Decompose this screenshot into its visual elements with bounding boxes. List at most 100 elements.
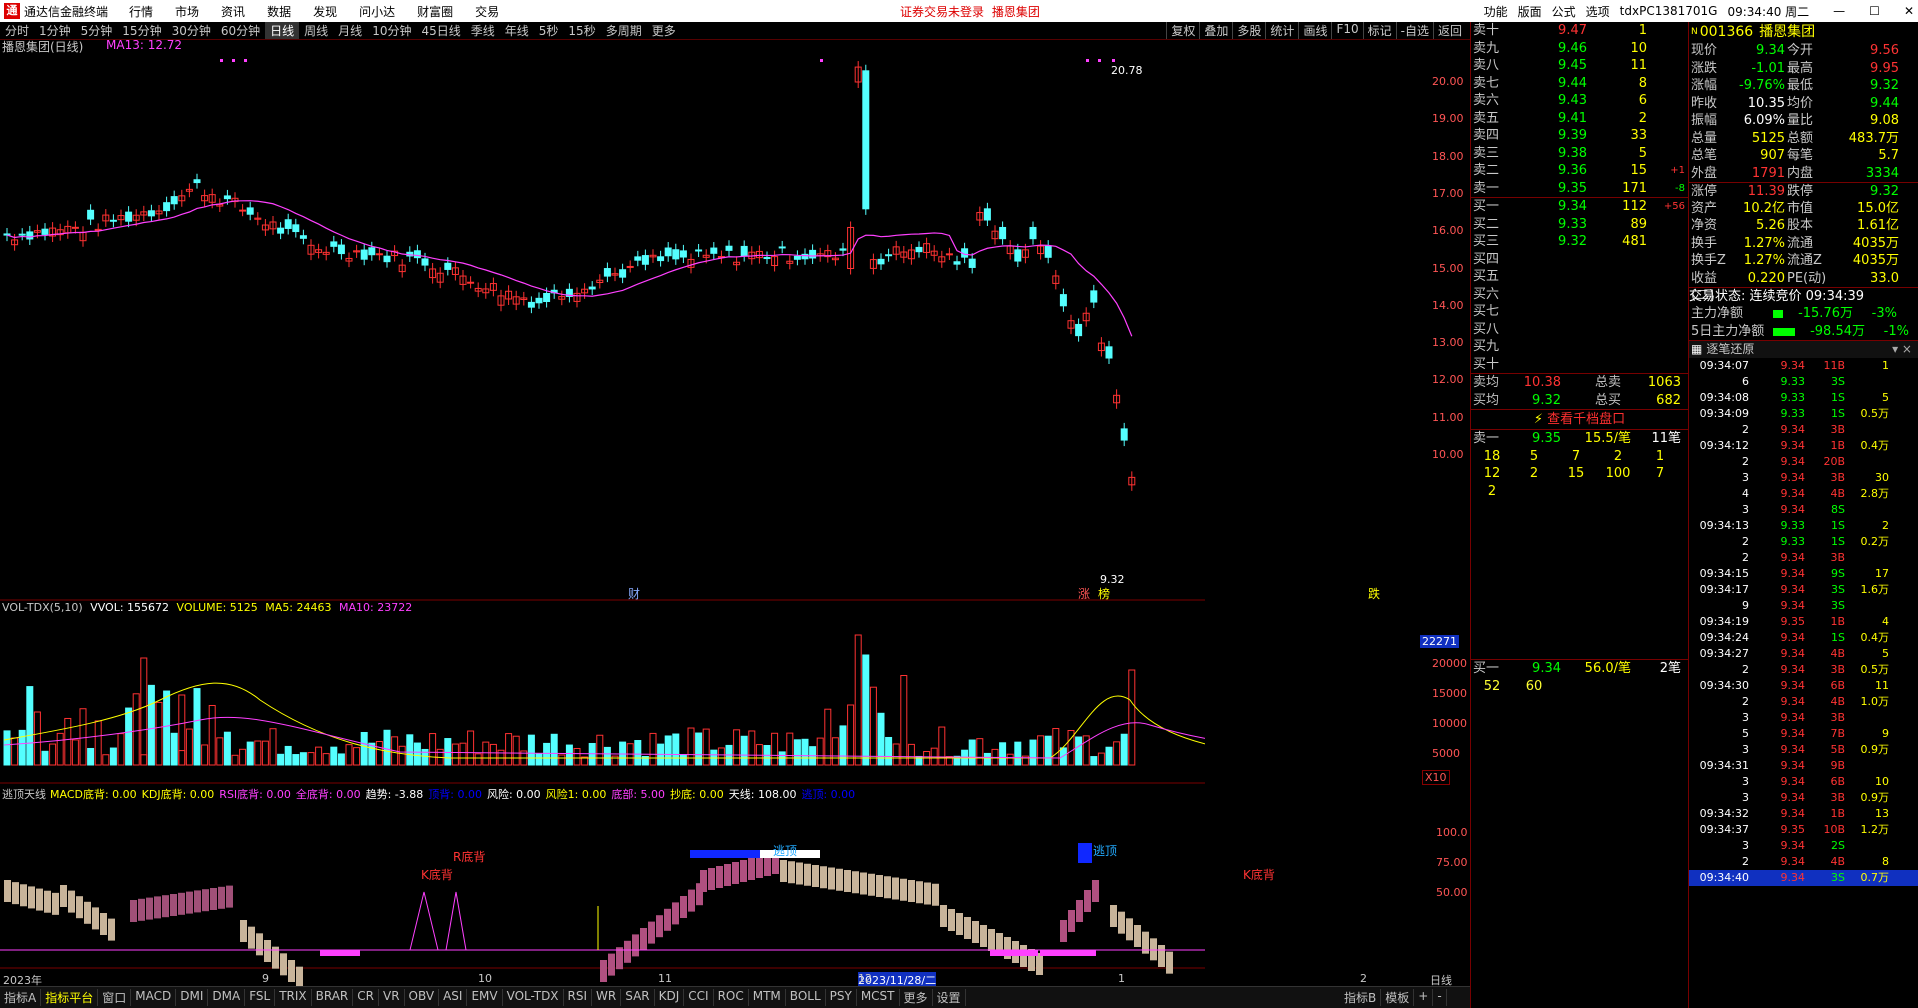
- indicator-tab[interactable]: KDJ: [655, 989, 685, 1006]
- period-tab[interactable]: 5分钟: [76, 22, 118, 39]
- chart-canvas[interactable]: [0, 40, 1205, 986]
- indicator-tab[interactable]: BOLL: [786, 989, 826, 1006]
- menu-item[interactable]: 数据: [267, 5, 291, 19]
- close-icon[interactable]: ✕: [1904, 4, 1914, 18]
- period-tab[interactable]: 15秒: [563, 22, 600, 39]
- order-level[interactable]: 买九: [1471, 338, 1688, 356]
- order-level[interactable]: 买一 9.34 112 +56: [1471, 198, 1688, 216]
- period-tab[interactable]: 周线: [299, 22, 333, 39]
- order-level[interactable]: 买七: [1471, 303, 1688, 321]
- indicator-right-tab[interactable]: -: [1433, 989, 1447, 1006]
- order-level[interactable]: 卖一 9.35 171 -8: [1471, 180, 1688, 198]
- indicator-tab[interactable]: 窗口: [98, 989, 132, 1006]
- menu-item[interactable]: 资讯: [221, 5, 245, 19]
- indicator-tab[interactable]: MTM: [749, 989, 786, 1006]
- order-level[interactable]: 卖六 9.43 6: [1471, 92, 1688, 110]
- order-level[interactable]: 卖十 9.47 1: [1471, 22, 1688, 40]
- indicator-right-tab[interactable]: 指标B: [1340, 989, 1382, 1006]
- chart-tool-button[interactable]: 画线: [1298, 22, 1331, 39]
- indicator-tab[interactable]: ASI: [439, 989, 468, 1006]
- period-tab[interactable]: 分时: [0, 22, 34, 39]
- period-tab[interactable]: 45日线: [416, 22, 465, 39]
- indicator-tab[interactable]: CR: [353, 989, 379, 1006]
- indicator-tab[interactable]: SAR: [621, 989, 655, 1006]
- indicator-right-tab[interactable]: 模板: [1381, 989, 1415, 1006]
- marker-cai[interactable]: 财: [628, 585, 640, 602]
- indicator-tab[interactable]: VOL-TDX: [503, 989, 564, 1006]
- indicator-tab[interactable]: PSY: [826, 989, 857, 1006]
- indicator-tab[interactable]: MACD: [131, 989, 177, 1006]
- indicator-tab[interactable]: 指标A: [0, 989, 42, 1006]
- indicator-tab[interactable]: DMA: [208, 989, 246, 1006]
- indicator-tab[interactable]: FSL: [245, 989, 276, 1006]
- indicator-tab[interactable]: TRIX: [275, 989, 312, 1006]
- menu-item[interactable]: 市场: [175, 5, 199, 19]
- order-level[interactable]: 买三 9.32 481: [1471, 233, 1688, 251]
- marker-die[interactable]: 跌: [1368, 585, 1380, 602]
- indicator-tab[interactable]: OBV: [405, 989, 440, 1006]
- tick-list[interactable]: 09:34:07 9.34 11B 1 6 9.33 3S 09:34:08 9.33 1S 5 09…: [1689, 358, 1918, 886]
- period-tab[interactable]: 季线: [466, 22, 500, 39]
- period-tab[interactable]: 月线: [333, 22, 367, 39]
- menu-item[interactable]: 财富圈: [417, 5, 453, 19]
- indicator-tab[interactable]: EMV: [467, 989, 503, 1006]
- order-level[interactable]: 卖九 9.46 10: [1471, 40, 1688, 58]
- indicator-tab[interactable]: BRAR: [312, 989, 354, 1006]
- titlebar-right-item[interactable]: 功能: [1484, 3, 1508, 20]
- period-tab[interactable]: 更多: [647, 22, 681, 39]
- indicator-tab[interactable]: 指标平台: [41, 989, 99, 1006]
- indicator-tab[interactable]: ROC: [714, 989, 749, 1006]
- titlebar-right-item[interactable]: 09:34:40 周二: [1727, 3, 1809, 20]
- order-level[interactable]: 买八: [1471, 321, 1688, 339]
- order-level[interactable]: 买六: [1471, 286, 1688, 304]
- chart-tool-button[interactable]: 标记: [1362, 22, 1396, 39]
- indicator-tab[interactable]: CCI: [684, 989, 714, 1006]
- menu-item[interactable]: 问小达: [359, 5, 395, 19]
- chart-tool-button[interactable]: 返回: [1432, 22, 1466, 39]
- chart-tool-button[interactable]: 统计: [1265, 22, 1298, 39]
- marker-bang[interactable]: 榜: [1098, 585, 1110, 602]
- chart-tool-button[interactable]: F10: [1331, 22, 1362, 39]
- order-level[interactable]: 买二 9.33 89: [1471, 216, 1688, 234]
- order-level[interactable]: 卖七 9.44 8: [1471, 75, 1688, 93]
- indicator-tab[interactable]: 设置: [933, 989, 966, 1006]
- maximize-icon[interactable]: ☐: [1869, 4, 1880, 18]
- period-tab[interactable]: 1分钟: [34, 22, 76, 39]
- login-notice[interactable]: 证券交易未登录 播恩集团: [900, 3, 1040, 20]
- chart-tool-button[interactable]: 复权: [1166, 22, 1199, 39]
- period-tab[interactable]: 多周期: [601, 22, 647, 39]
- order-level[interactable]: 卖四 9.39 33: [1471, 127, 1688, 145]
- indicator-tab[interactable]: VR: [379, 989, 405, 1006]
- period-tab[interactable]: 日线: [265, 22, 300, 39]
- indicator-tab[interactable]: RSI: [564, 989, 593, 1006]
- period-tab[interactable]: 年线: [500, 22, 534, 39]
- order-level[interactable]: 卖五 9.41 2: [1471, 110, 1688, 128]
- titlebar-right-item[interactable]: 公式: [1552, 3, 1576, 20]
- menu-item[interactable]: 发现: [313, 5, 337, 19]
- period-tab[interactable]: 60分钟: [216, 22, 265, 39]
- period-tab[interactable]: 30分钟: [167, 22, 216, 39]
- minimize-icon[interactable]: —: [1833, 4, 1845, 18]
- tick-menu-icon[interactable]: ▾ ×: [1892, 341, 1912, 359]
- chart-tool-button[interactable]: 多股: [1232, 22, 1265, 39]
- menu-item[interactable]: 行情: [129, 5, 153, 19]
- order-level[interactable]: 买五: [1471, 268, 1688, 286]
- indicator-tab[interactable]: WR: [592, 989, 622, 1006]
- indicator-tab[interactable]: 更多: [900, 989, 933, 1006]
- period-tab[interactable]: 15分钟: [117, 22, 166, 39]
- view-thousand-depth-link[interactable]: ⚡ 查看千档盘口: [1471, 409, 1688, 429]
- order-level[interactable]: 买四: [1471, 251, 1688, 269]
- chart-tool-button[interactable]: 叠加: [1199, 22, 1232, 39]
- order-level[interactable]: 买十: [1471, 356, 1688, 374]
- indicator-tab[interactable]: DMI: [176, 989, 209, 1006]
- period-tab[interactable]: 5秒: [534, 22, 564, 39]
- menu-item[interactable]: 交易: [475, 5, 499, 19]
- period-tab[interactable]: 10分钟: [367, 22, 416, 39]
- order-level[interactable]: 卖二 9.36 15 +1: [1471, 162, 1688, 180]
- order-level[interactable]: 卖八 9.45 11: [1471, 57, 1688, 75]
- titlebar-right-item[interactable]: tdxPC1381701G: [1620, 4, 1718, 18]
- marker-zhang[interactable]: 涨: [1078, 585, 1090, 602]
- titlebar-right-item[interactable]: 选项: [1586, 3, 1610, 20]
- indicator-right-tab[interactable]: +: [1414, 989, 1434, 1006]
- order-level[interactable]: 卖三 9.38 5: [1471, 145, 1688, 163]
